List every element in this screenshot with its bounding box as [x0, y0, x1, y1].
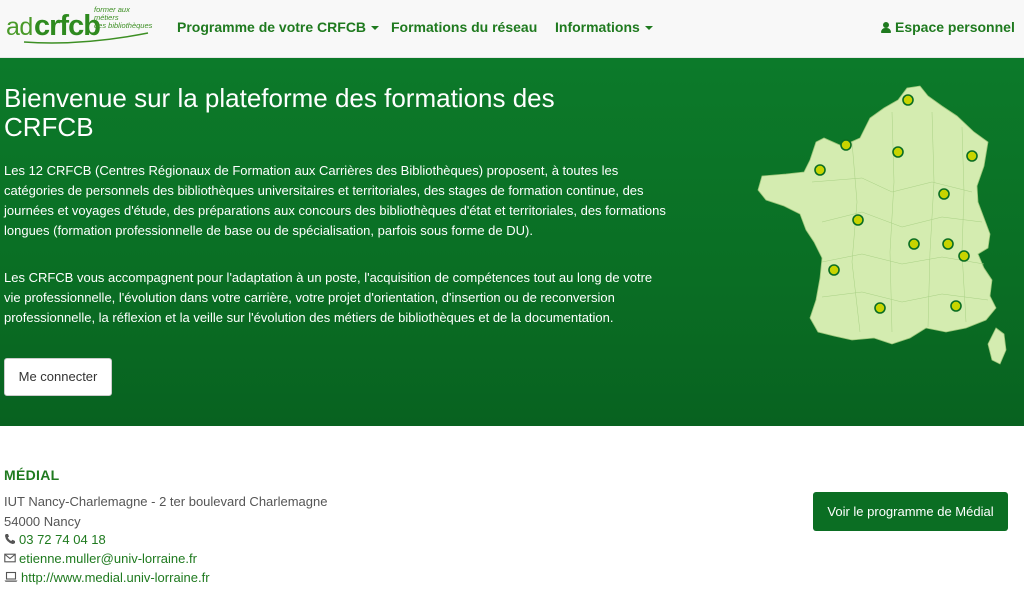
- caret-down-icon: [371, 26, 380, 31]
- nav-programme-dropdown[interactable]: Programme de votre CRFCB: [177, 19, 380, 35]
- nav-formations-label: Formations du réseau: [391, 19, 538, 35]
- address-line-2: 54000 Nancy: [4, 514, 81, 529]
- nav-informations-label: Informations: [555, 19, 640, 35]
- hero-paragraph-1: Les 12 CRFCB (Centres Régionaux de Forma…: [4, 163, 666, 238]
- france-map-icon: [757, 85, 1007, 365]
- caret-down-icon: [644, 26, 653, 31]
- hero-banner: Bienvenue sur la plateforme des formatio…: [0, 58, 1024, 426]
- nav-formations-link[interactable]: Formations du réseau: [391, 19, 537, 35]
- login-button[interactable]: Me connecter: [4, 358, 112, 396]
- logo-tagline: former aux métiers des bibliothèques: [94, 5, 153, 30]
- nav-espace-label: Espace personnel: [895, 19, 1015, 35]
- logo-swoosh-icon: [23, 32, 149, 44]
- view-program-button[interactable]: Voir le programme de Médial: [813, 492, 1008, 531]
- laptop-icon: [4, 571, 18, 582]
- phone-icon: [5, 534, 15, 544]
- crfcb-logo[interactable]: ad crfcb former aux métiers des bibliothè…: [4, 4, 152, 44]
- nav-espace-personnel-link[interactable]: Espace personnel: [881, 19, 1015, 35]
- centre-name: MÉDIAL: [4, 467, 60, 483]
- top-navbar: ad crfcb former aux métiers des bibliothè…: [0, 0, 1024, 58]
- website-row: http://www.medial.univ-lorraine.fr: [4, 570, 210, 585]
- nav-informations-dropdown[interactable]: Informations: [555, 19, 653, 35]
- hero-paragraph-2: Les CRFCB vous accompagnent pour l'adapt…: [4, 270, 653, 325]
- website-link[interactable]: http://www.medial.univ-lorraine.fr: [21, 570, 210, 585]
- envelope-icon: [4, 553, 16, 563]
- email-row: etienne.muller@univ-lorraine.fr: [4, 551, 197, 566]
- phone-link[interactable]: 03 72 74 04 18: [19, 532, 106, 547]
- address-line-1: IUT Nancy-Charlemagne - 2 ter boulevard …: [4, 494, 328, 509]
- email-link[interactable]: etienne.muller@univ-lorraine.fr: [19, 551, 197, 566]
- hero-title: Bienvenue sur la plateforme des formatio…: [4, 83, 555, 142]
- nav-programme-label: Programme de votre CRFCB: [177, 19, 367, 35]
- phone-row: 03 72 74 04 18: [4, 532, 106, 547]
- user-icon: [881, 22, 891, 33]
